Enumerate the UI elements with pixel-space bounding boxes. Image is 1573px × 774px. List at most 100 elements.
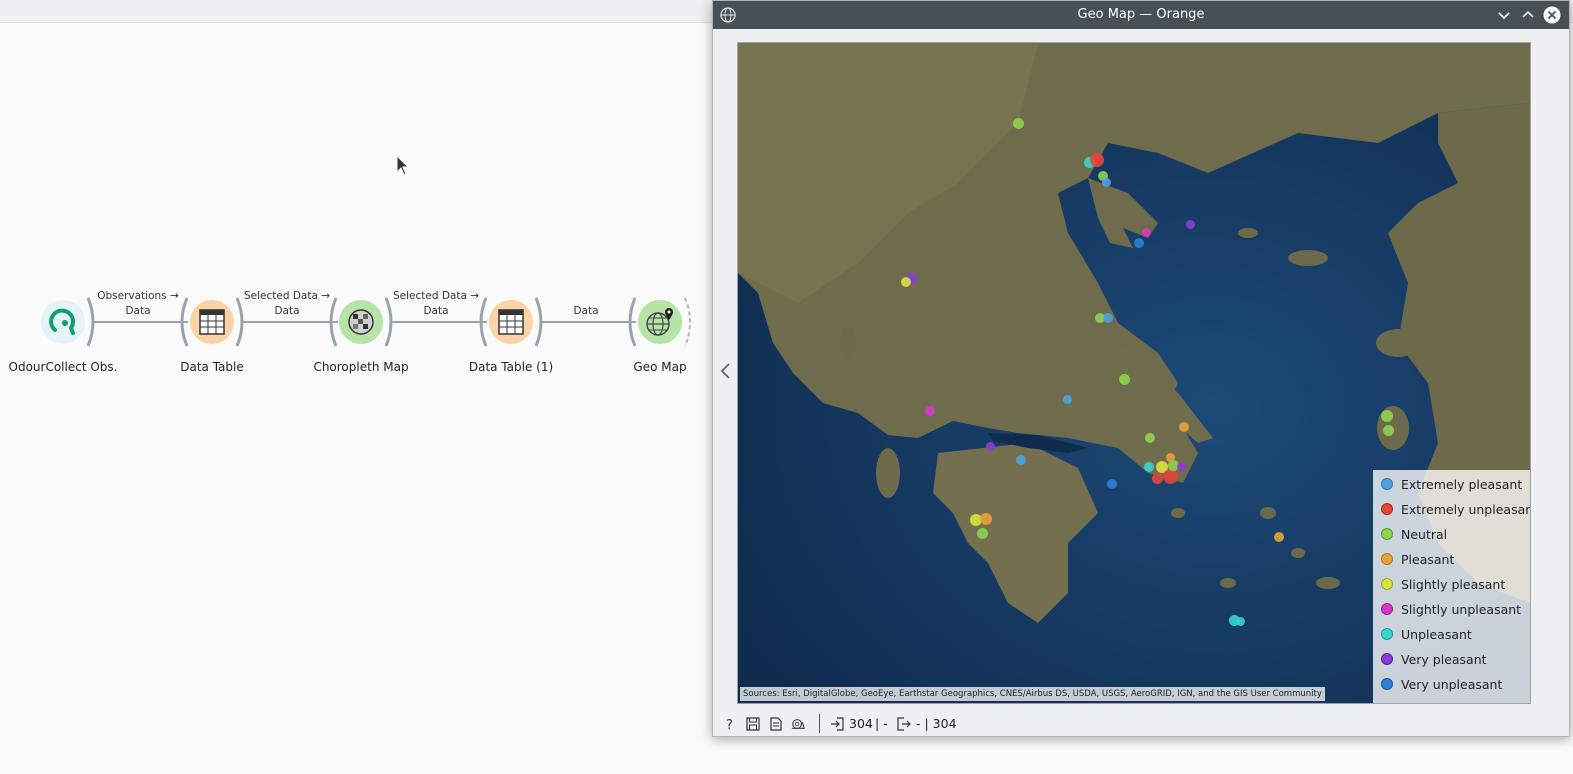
close-button[interactable]: [1542, 5, 1562, 25]
observation-dot[interactable]: [1103, 313, 1113, 323]
legend-label: Unpleasant: [1401, 626, 1472, 642]
window-title: Geo Map — Orange: [1077, 7, 1205, 22]
observation-dot[interactable]: [1236, 617, 1245, 626]
geo-map-globe-icon: [638, 300, 682, 344]
map-legend: Extremely pleasant Extremely unpleasant …: [1373, 470, 1530, 703]
maximize-button[interactable]: [1518, 5, 1538, 25]
observation-dot[interactable]: [1102, 178, 1111, 187]
node-data-table-1[interactable]: [479, 292, 543, 352]
legend-label: Slightly pleasant: [1401, 576, 1506, 592]
node-label: Data Table: [180, 360, 244, 374]
legend-swatch: [1381, 478, 1393, 490]
legend-swatch: [1381, 603, 1393, 615]
output-channel-icon[interactable]: [682, 292, 696, 352]
legend-label: Very pleasant: [1401, 651, 1487, 667]
legend-item: Pleasant: [1381, 549, 1454, 569]
satellite-map[interactable]: Sources: Esri, DigitalGlobe, GeoEye, Ear…: [737, 42, 1531, 704]
input-channel-icon[interactable]: [624, 292, 638, 352]
chevron-down-icon: [1498, 12, 1510, 20]
legend-label: Slightly unpleasant: [1401, 601, 1522, 617]
legend-item: Extremely pleasant: [1381, 474, 1522, 494]
input-channel-icon[interactable]: [325, 292, 339, 352]
observation-dot[interactable]: [1381, 410, 1393, 422]
status-bar: ? 304 | - - | 304: [713, 711, 1569, 736]
output-channel-icon[interactable]: [383, 292, 397, 352]
legend-swatch: [1381, 578, 1393, 590]
output-count: - | 304: [916, 716, 957, 731]
node-data-table[interactable]: [180, 292, 244, 352]
observation-dot[interactable]: [1186, 220, 1195, 229]
minimize-button[interactable]: [1494, 5, 1514, 25]
legend-swatch: [1381, 528, 1393, 540]
legend-label: Pleasant: [1401, 551, 1455, 567]
node-label: Choropleth Map: [313, 360, 409, 374]
report-icon[interactable]: [769, 717, 783, 731]
input-separator: | -: [875, 716, 888, 731]
help-icon[interactable]: ?: [723, 717, 737, 731]
observation-dot[interactable]: [1090, 153, 1104, 167]
legend-item: Extremely unpleasant: [1381, 499, 1530, 519]
observation-dot[interactable]: [1016, 455, 1026, 465]
observation-dot[interactable]: [1166, 453, 1175, 462]
geo-map-window[interactable]: Geo Map — Orange Sources: Esri, DigitalG…: [712, 0, 1570, 737]
observation-dot[interactable]: [1179, 422, 1189, 432]
observation-dot[interactable]: [1063, 395, 1072, 404]
data-table-icon: [190, 300, 234, 344]
node-choropleth-map[interactable]: [329, 292, 393, 352]
observation-dot[interactable]: [1274, 532, 1284, 542]
observation-dot[interactable]: [925, 406, 935, 416]
observation-dot[interactable]: [1119, 374, 1130, 385]
observation-dot[interactable]: [1107, 479, 1117, 489]
observation-dot[interactable]: [1163, 469, 1178, 484]
link-line[interactable]: [541, 321, 636, 323]
observation-dot[interactable]: [986, 442, 995, 451]
legend-item: Unpleasant: [1381, 624, 1472, 644]
observation-dot[interactable]: [901, 277, 911, 287]
observation-dot[interactable]: [977, 528, 988, 539]
legend-swatch: [1381, 678, 1393, 690]
close-icon: [1543, 6, 1561, 24]
observation-dot[interactable]: [980, 513, 992, 525]
observation-dot[interactable]: [1177, 462, 1186, 471]
legend-label: Neutral: [1401, 526, 1448, 542]
node-odourcollect[interactable]: [33, 292, 95, 352]
mouse-cursor-icon: [396, 155, 410, 176]
output-channel-icon[interactable]: [533, 292, 547, 352]
output-channel-icon[interactable]: [234, 292, 248, 352]
node-label: OdourCollect Obs.: [8, 360, 118, 374]
input-channel-icon[interactable]: [475, 292, 489, 352]
link-line[interactable]: [243, 321, 338, 323]
legend-item: Neutral: [1381, 524, 1447, 544]
choropleth-globe-icon: [339, 300, 383, 344]
output-channel-icon[interactable]: [85, 292, 99, 352]
legend-swatch: [1381, 628, 1393, 640]
input-data-icon: [831, 717, 844, 731]
observation-dot[interactable]: [1013, 118, 1024, 129]
chevron-left-icon[interactable]: [719, 361, 733, 381]
data-table-icon: [489, 300, 533, 344]
input-channel-icon[interactable]: [176, 292, 190, 352]
svg-text:?: ?: [726, 718, 733, 731]
output-data-icon: [897, 717, 911, 731]
observation-dot[interactable]: [1134, 238, 1144, 248]
node-geo-map[interactable]: [628, 292, 691, 352]
legend-label: Extremely pleasant: [1401, 476, 1523, 492]
legend-item: Slightly pleasant: [1381, 574, 1505, 594]
legend-swatch: [1381, 503, 1393, 515]
legend-item: Very unpleasant: [1381, 674, 1502, 694]
link-line[interactable]: [93, 321, 188, 323]
link-line[interactable]: [392, 321, 487, 323]
snail-icon[interactable]: [791, 717, 805, 731]
observation-dot[interactable]: [1145, 433, 1155, 443]
observation-dot[interactable]: [1383, 425, 1394, 436]
legend-label: Very unpleasant: [1401, 676, 1503, 692]
status-divider: [819, 714, 820, 733]
odourcollect-icon: [41, 300, 85, 344]
legend-swatch: [1381, 553, 1393, 565]
save-icon[interactable]: [746, 717, 760, 731]
window-titlebar[interactable]: Geo Map — Orange: [713, 1, 1569, 29]
legend-item: Slightly unpleasant: [1381, 599, 1521, 619]
observation-dot[interactable]: [1152, 473, 1163, 484]
observation-dot[interactable]: [1144, 462, 1154, 472]
observation-dot[interactable]: [1142, 228, 1151, 237]
